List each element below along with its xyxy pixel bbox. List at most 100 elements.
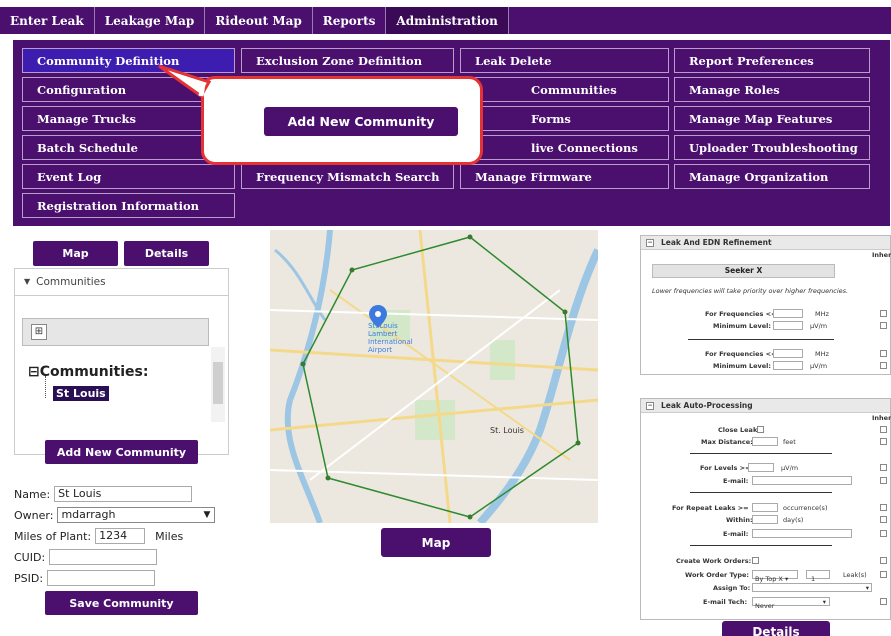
miles-row: Miles of Plant: 1234 Miles <box>14 528 183 544</box>
miles-field[interactable]: 1234 <box>95 528 146 544</box>
auto-processing-header[interactable]: − Leak Auto-Processing <box>641 399 890 413</box>
menu-uploader-troubleshooting[interactable]: Uploader Troubleshooting <box>674 135 870 160</box>
chevron-down-icon: ▼ <box>203 510 211 520</box>
menu-forms[interactable]: Forms <box>460 106 669 131</box>
leak-count-value: 1 <box>811 575 816 583</box>
feet-label: feet <box>783 438 796 446</box>
menu-manage-map-features[interactable]: Manage Map Features <box>674 106 870 131</box>
communities-header[interactable]: ▼ Communities <box>14 268 229 296</box>
within-field[interactable] <box>752 515 778 524</box>
leak-count-field[interactable]: 1 <box>806 570 830 583</box>
repeat-leaks-label: For Repeat Leaks >= <box>672 504 749 512</box>
freq-unit-2: MHz <box>815 350 829 358</box>
map-toggle-button[interactable]: Map <box>33 241 118 266</box>
repeat-leaks-field[interactable] <box>752 503 778 512</box>
divider <box>690 492 832 493</box>
work-order-type-label: Work Order Type: <box>685 571 750 579</box>
airport-label: St. Louis Lambert International Airport <box>368 322 413 354</box>
auto-processing-title: Leak Auto-Processing <box>661 401 753 410</box>
work-order-type-select[interactable]: By Top X ▾ <box>752 570 798 583</box>
name-label: Name: <box>14 487 51 501</box>
menu-leak-delete[interactable]: Leak Delete <box>460 48 669 73</box>
menu-frequency-mismatch-search[interactable]: Frequency Mismatch Search <box>241 164 454 189</box>
menu-exclusion-zone-definition[interactable]: Exclusion Zone Definition <box>241 48 454 73</box>
work-order-inherit[interactable] <box>880 571 887 578</box>
name-field[interactable]: St Louis <box>54 486 193 502</box>
max-distance-field[interactable] <box>752 437 778 446</box>
max-distance-inherit[interactable] <box>880 438 887 445</box>
close-leaks-inherit[interactable] <box>880 426 887 433</box>
tree-node-st-louis[interactable]: St Louis <box>53 386 109 401</box>
repeat-leaks-inherit[interactable] <box>880 504 887 511</box>
collapse-icon: − <box>646 402 654 410</box>
create-work-orders-label: Create Work Orders: <box>676 557 752 565</box>
map-graphic <box>270 230 598 523</box>
for-levels-inherit[interactable] <box>880 464 887 471</box>
email-tech-inherit[interactable] <box>880 598 887 605</box>
email-field-1[interactable] <box>752 476 852 485</box>
min-level-field-1[interactable] <box>773 321 803 330</box>
level-inherit-2[interactable] <box>880 362 887 369</box>
menu-communities[interactable]: Communities <box>460 77 669 102</box>
psid-field[interactable] <box>47 570 156 586</box>
email-inherit-1[interactable] <box>880 477 887 484</box>
level-inherit-1[interactable] <box>880 322 887 329</box>
cuid-field[interactable] <box>49 549 158 565</box>
tree-scroll-thumb[interactable] <box>213 362 223 404</box>
map-button[interactable]: Map <box>381 528 491 557</box>
callout-add-new-community-button[interactable]: Add New Community <box>264 107 458 136</box>
miles-unit: Miles <box>155 529 184 543</box>
menu-report-preferences[interactable]: Report Preferences <box>674 48 870 73</box>
save-community-button[interactable]: Save Community <box>45 591 198 615</box>
email-field-2[interactable] <box>752 529 852 538</box>
menu-manage-roles[interactable]: Manage Roles <box>674 77 870 102</box>
tab-administration[interactable]: Administration <box>386 7 509 34</box>
menu-manage-organization[interactable]: Manage Organization <box>674 164 870 189</box>
tab-reports[interactable]: Reports <box>313 7 387 34</box>
owner-select[interactable]: mdarragh ▼ <box>57 507 216 523</box>
details-button[interactable]: Details <box>722 621 830 636</box>
min-level-field-2[interactable] <box>773 361 803 370</box>
callout-tail <box>158 64 212 99</box>
menu-event-log[interactable]: Event Log <box>22 164 235 189</box>
assign-to-select[interactable]: ▾ <box>752 583 872 592</box>
tab-leakage-map[interactable]: Leakage Map <box>95 7 206 34</box>
menu-live-connections[interactable]: live Connections <box>460 135 669 160</box>
chevron-down-icon: ▼ <box>24 277 31 286</box>
menu-registration-information[interactable]: Registration Information <box>22 193 235 218</box>
leaks-label: Leak(s) <box>843 571 867 579</box>
email-tech-select[interactable]: Never ▾ <box>752 597 830 610</box>
email-inherit-2[interactable] <box>880 530 887 537</box>
days-label: day(s) <box>783 516 804 524</box>
within-inherit[interactable] <box>880 516 887 523</box>
menu-manage-firmware[interactable]: Manage Firmware <box>460 164 669 189</box>
owner-label: Owner: <box>14 508 54 522</box>
create-work-orders-checkbox[interactable] <box>752 557 759 564</box>
owner-row: Owner: mdarragh ▼ <box>14 507 216 523</box>
freq-field-1[interactable] <box>773 309 803 318</box>
owner-value: mdarragh <box>61 508 116 521</box>
tab-rideout-map[interactable]: Rideout Map <box>205 7 313 34</box>
freq-field-2[interactable] <box>773 349 803 358</box>
psid-row: PSID: <box>14 570 156 586</box>
tab-enter-leak[interactable]: Enter Leak <box>0 7 95 34</box>
add-new-community-button[interactable]: Add New Community <box>45 440 198 464</box>
seeker-tab[interactable]: Seeker X <box>652 264 835 278</box>
freq-unit-1: MHz <box>815 310 829 318</box>
refinement-header[interactable]: − Leak And EDN Refinement <box>641 236 890 250</box>
miles-label: Miles of Plant: <box>14 529 92 543</box>
create-work-orders-inherit[interactable] <box>880 557 887 564</box>
cuid-row: CUID: <box>14 549 158 565</box>
close-leaks-checkbox[interactable] <box>757 426 764 433</box>
freq-inherit-2[interactable] <box>880 350 887 357</box>
tree-tab[interactable]: ⊞ <box>22 318 209 346</box>
for-levels-label: For Levels >= <box>700 464 751 472</box>
email-label-2: E-mail: <box>723 530 749 538</box>
min-level-label-2: Minimum Level: <box>713 362 772 370</box>
tree-root[interactable]: ⊟Communities: <box>28 364 148 380</box>
map-view[interactable]: St. Louis Lambert International Airport … <box>270 230 598 523</box>
for-levels-field[interactable] <box>748 463 774 472</box>
details-toggle-button[interactable]: Details <box>124 241 209 266</box>
email-label-1: E-mail: <box>723 477 749 485</box>
freq-inherit-1[interactable] <box>880 310 887 317</box>
